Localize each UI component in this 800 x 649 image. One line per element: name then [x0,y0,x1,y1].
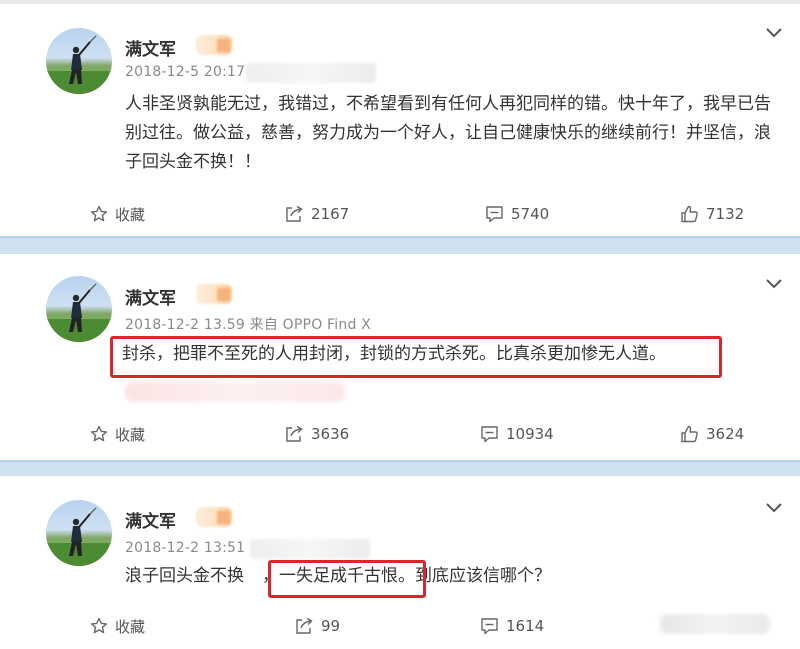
thumb-up-icon [681,205,698,223]
comment-count: 10934 [506,425,554,443]
action-bar: 收藏 3636 10934 3624 [0,414,800,454]
repost-button[interactable]: 2167 [285,194,349,234]
like-button[interactable]: 3624 [680,414,744,454]
star-icon [90,425,108,442]
blurred-watermark [660,614,770,634]
chevron-down-icon[interactable] [765,502,783,514]
star-icon [90,205,108,222]
content-part-3: 到底应该信哪个？ [415,566,551,586]
author-name[interactable]: 满文军 [125,284,176,309]
avatar[interactable] [46,28,112,94]
post-meta[interactable]: 2018-12-2 13.59 来自 OPPO Find X [125,314,371,334]
content-part-1: 浪子回头金不换 [125,566,244,586]
avatar-golfer-icon [46,283,112,342]
comment-button[interactable]: 10934 [480,414,554,454]
like-count: 3624 [706,425,745,443]
weibo-post-2: 满文军 2018-12-2 13.59 来自 OPPO Find X 封杀，把罪… [0,254,800,460]
like-count: 7132 [706,205,745,223]
comment-icon [481,618,498,635]
thumb-up-icon [681,425,698,443]
post-content: 封杀，把罪不至死的人用封闭，封锁的方式杀死。比真杀更加惨无人道。 [122,344,666,364]
blurred-badge [196,507,232,527]
post-separator [0,460,800,476]
repost-count: 3636 [311,425,350,443]
blurred-line [125,382,345,402]
repost-count: 99 [321,617,341,635]
blurred-meta [250,539,370,559]
repost-icon [296,617,313,634]
blurred-badge [196,35,232,55]
post-meta[interactable]: 2018-12-5 20:17 [125,64,245,80]
avatar-golfer-icon [46,35,112,94]
blurred-meta [246,63,376,83]
repost-icon [286,205,303,222]
action-bar: 收藏 99 1614 [0,606,800,646]
post-meta[interactable]: 2018-12-2 13:51 [125,540,245,556]
chevron-down-icon[interactable] [765,27,783,39]
action-bar: 收藏 2167 5740 7132 [0,194,800,234]
favorite-button[interactable]: 收藏 [90,194,145,234]
post-separator [0,236,800,254]
comment-icon [486,206,503,223]
favorite-button[interactable]: 收藏 [90,414,145,454]
avatar[interactable] [46,276,112,342]
comment-button[interactable]: 5740 [485,194,549,234]
blurred-badge [196,284,232,304]
like-button[interactable]: 7132 [680,194,744,234]
comment-icon [481,426,498,443]
favorite-label: 收藏 [115,425,146,444]
highlight-box [268,560,426,598]
repost-count: 2167 [311,205,350,223]
weibo-post-1: 满文军 2018-12-5 20:17 人非圣贤孰能无过，我错过，不希望看到有任… [0,4,800,236]
favorite-label: 收藏 [115,617,146,636]
star-icon [90,617,108,634]
comment-count: 1614 [506,617,545,635]
comment-button[interactable]: 1614 [480,606,544,646]
weibo-post-3: 满文军 2018-12-2 13:51 浪子回头金不换 ，一失足成千古恨。到底应该… [0,476,800,649]
author-name[interactable]: 满文军 [125,35,176,60]
favorite-button[interactable]: 收藏 [90,606,145,646]
repost-button[interactable]: 3636 [285,414,349,454]
post-content: 人非圣贤孰能无过，我错过，不希望看到有任何人再犯同样的错。快十年了，我早已告别过… [125,94,771,172]
comment-count: 5740 [511,205,550,223]
avatar[interactable] [46,500,112,566]
author-name[interactable]: 满文军 [125,507,176,532]
repost-icon [286,425,303,442]
avatar-golfer-icon [46,507,112,566]
chevron-down-icon[interactable] [765,278,783,290]
repost-button[interactable]: 99 [295,606,340,646]
favorite-label: 收藏 [115,205,146,224]
